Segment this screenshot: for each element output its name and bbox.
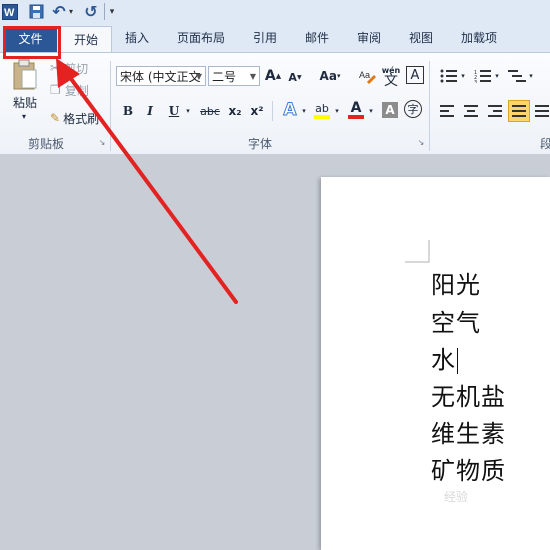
undo-icon[interactable]: ↶: [50, 2, 68, 21]
tab-mailings[interactable]: 邮件: [296, 24, 338, 52]
clipboard-group-label: 剪贴板: [28, 137, 65, 151]
brush-icon: ✎: [50, 111, 61, 125]
document-line[interactable]: 矿物质: [431, 451, 506, 486]
document-line[interactable]: 水: [431, 340, 458, 375]
customize-toolbar-icon[interactable]: ▾: [104, 3, 117, 20]
paste-icon[interactable]: [10, 59, 40, 91]
phonetic-guide-button[interactable]: wén 文: [380, 64, 402, 88]
font-name-combo[interactable]: 宋体 (中文正文 ▼: [116, 66, 206, 86]
margin-crop-mark: [405, 240, 430, 263]
character-border-button[interactable]: A: [406, 66, 424, 84]
tab-insert[interactable]: 插入: [116, 24, 158, 52]
divider: [110, 61, 111, 151]
change-case-button[interactable]: Aa ▾: [316, 66, 344, 86]
scissors-icon: ✂: [50, 61, 61, 75]
character-shading-button[interactable]: A: [382, 102, 398, 118]
tab-addins[interactable]: 加载项: [452, 24, 506, 52]
undo-dropdown-icon[interactable]: ▾: [67, 3, 75, 20]
highlighter-icon: ab: [315, 101, 329, 115]
numbering-button[interactable]: 123: [472, 66, 494, 86]
font-launcher-icon[interactable]: ↘: [416, 137, 426, 147]
word-icon[interactable]: W: [2, 3, 18, 20]
chevron-down-icon: ▼: [195, 72, 202, 81]
chevron-down-icon: ▼: [249, 72, 256, 81]
align-right-button[interactable]: [486, 101, 504, 121]
ribbon-tabs: 文件 开始 插入 页面布局 引用 邮件 审阅 视图 加载项: [0, 24, 550, 54]
document-line[interactable]: 空气: [431, 303, 481, 338]
align-left-button[interactable]: [438, 101, 456, 121]
document-line[interactable]: 无机盐: [431, 377, 506, 412]
svg-text:Aa: Aa: [359, 70, 370, 80]
paste-dropdown-icon[interactable]: ▾: [18, 111, 30, 121]
paste-button[interactable]: 粘贴: [8, 93, 42, 111]
bullets-button[interactable]: [438, 66, 460, 86]
ribbon-home: 粘贴 ▾ ✂ 剪切 ❐ 复制 ✎ 格式刷 剪贴板 ↘ 宋体 (中文正文 ▼ 二号 ▼…: [0, 52, 550, 155]
divider: [272, 101, 273, 121]
divider: [429, 61, 430, 151]
bullets-dropdown-icon[interactable]: ▾: [459, 70, 467, 82]
multilevel-list-button[interactable]: [506, 66, 528, 86]
redo-icon[interactable]: ↺: [82, 2, 100, 21]
annotation-highlight-box: [3, 26, 61, 59]
align-center-button[interactable]: [462, 101, 480, 121]
distribute-button[interactable]: [534, 101, 550, 121]
highlight-button[interactable]: ab: [312, 99, 332, 121]
svg-text:W: W: [4, 7, 15, 19]
document-line[interactable]: 维生素: [431, 414, 506, 449]
subscript-button[interactable]: x₂: [226, 101, 244, 121]
tab-review[interactable]: 审阅: [348, 24, 390, 52]
italic-button[interactable]: I: [142, 101, 158, 121]
underline-dropdown-icon[interactable]: ▾: [184, 105, 192, 117]
font-color-dropdown-icon[interactable]: ▾: [367, 105, 375, 117]
multilevel-dropdown-icon[interactable]: ▾: [527, 70, 535, 82]
paragraph-group-label: 段: [540, 137, 550, 151]
font-color-button[interactable]: A: [346, 99, 366, 121]
numbering-dropdown-icon[interactable]: ▾: [493, 70, 501, 82]
superscript-button[interactable]: x²: [248, 101, 266, 121]
bold-button[interactable]: B: [120, 101, 136, 121]
cut-button[interactable]: ✂ 剪切: [50, 59, 94, 77]
save-icon[interactable]: [28, 3, 44, 20]
tab-home[interactable]: 开始: [60, 26, 112, 54]
copy-icon: ❐: [50, 83, 61, 97]
highlight-dropdown-icon[interactable]: ▾: [333, 105, 341, 117]
copy-button[interactable]: ❐ 复制: [50, 81, 94, 99]
font-size-combo[interactable]: 二号 ▼: [208, 66, 260, 86]
quick-access-toolbar: W ↶ ▾ ↺ ▾: [0, 0, 550, 25]
underline-button[interactable]: U: [166, 101, 182, 121]
svg-text:3: 3: [474, 80, 477, 83]
shrink-font-button[interactable]: A ▼: [286, 68, 304, 86]
document-line[interactable]: 阳光: [431, 265, 481, 300]
clipboard-launcher-icon[interactable]: ↘: [97, 137, 107, 147]
format-painter-button[interactable]: ✎ 格式刷: [50, 109, 106, 127]
enclose-characters-button[interactable]: 字: [404, 100, 422, 118]
strikethrough-button[interactable]: abc: [198, 101, 222, 121]
text-effect-dropdown-icon[interactable]: ▾: [300, 105, 308, 117]
tab-view[interactable]: 视图: [400, 24, 442, 52]
grow-font-button[interactable]: A ▲: [264, 66, 282, 86]
clear-format-icon[interactable]: Aa: [358, 66, 378, 86]
tab-page-layout[interactable]: 页面布局: [168, 24, 234, 52]
text-cursor: [457, 348, 458, 374]
tab-references[interactable]: 引用: [244, 24, 286, 52]
text-effect-button[interactable]: A: [280, 99, 300, 121]
justify-button[interactable]: [508, 100, 530, 122]
font-group-label: 字体: [248, 137, 273, 151]
watermark: 经验: [444, 490, 469, 504]
